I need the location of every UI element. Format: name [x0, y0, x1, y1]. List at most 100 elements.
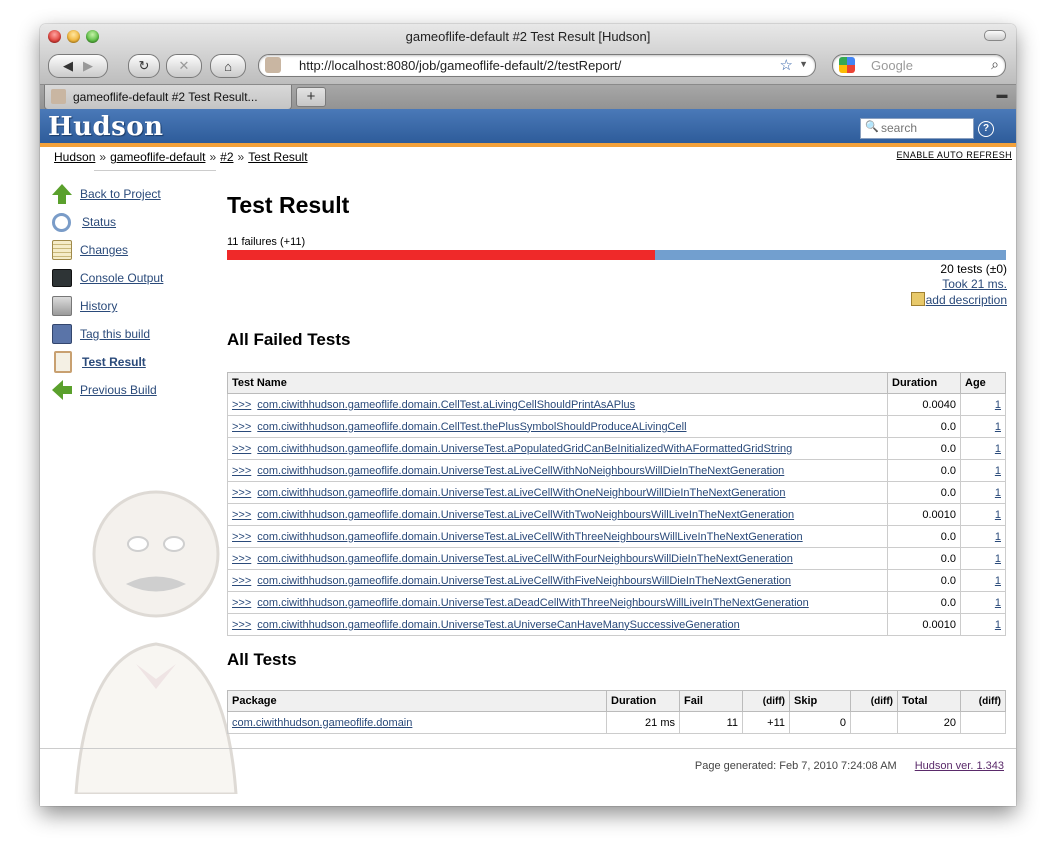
browser-search-placeholder[interactable]: Google	[871, 58, 913, 73]
test-name-link[interactable]: com.ciwithhudson.gameoflife.domain.Unive…	[257, 553, 793, 565]
test-age-link[interactable]: 1	[995, 531, 1001, 543]
expand-toggle[interactable]: >>>	[232, 399, 251, 411]
all-tests-heading: All Tests	[227, 650, 297, 669]
test-name-link[interactable]: com.ciwithhudson.gameoflife.domain.Unive…	[257, 443, 792, 455]
sidebar-item-back-to-project[interactable]: Back to Project	[52, 180, 163, 208]
test-name-link[interactable]: com.ciwithhudson.gameoflife.domain.Unive…	[257, 619, 739, 631]
test-name-link[interactable]: com.ciwithhudson.gameoflife.domain.Unive…	[257, 531, 802, 543]
tab-favicon-icon	[51, 89, 66, 104]
test-age-link[interactable]: 1	[995, 487, 1001, 499]
test-age-link[interactable]: 1	[995, 421, 1001, 433]
expand-toggle[interactable]: >>>	[232, 619, 251, 631]
left-arrow-icon	[52, 380, 72, 400]
history-dropdown-icon[interactable]: ▼	[799, 59, 808, 69]
clock-icon	[52, 296, 72, 316]
test-age-link[interactable]: 1	[995, 399, 1001, 411]
tests-count: 20 tests (±0)	[940, 262, 1007, 276]
google-icon[interactable]	[839, 57, 855, 73]
sidebar-link[interactable]: Tag this build	[80, 327, 150, 341]
expand-toggle[interactable]: >>>	[232, 465, 251, 477]
tab-menu-icon[interactable]: ▬	[994, 89, 1010, 103]
terminal-icon	[52, 269, 72, 287]
test-name-link[interactable]: com.ciwithhudson.gameoflife.domain.Unive…	[257, 465, 784, 477]
sidebar-link[interactable]: Test Result	[82, 355, 146, 369]
sidebar-item-test-result[interactable]: Test Result	[52, 348, 163, 376]
test-age-cell: 1	[960, 613, 1006, 636]
sidebar-link[interactable]: Console Output	[80, 271, 163, 285]
test-age-link[interactable]: 1	[995, 443, 1001, 455]
table-row: >>> com.ciwithhudson.gameoflife.domain.Un…	[227, 613, 1006, 636]
new-tab-button[interactable]: +	[296, 87, 326, 107]
toolbar-toggle-button[interactable]	[984, 30, 1006, 41]
forward-arrow-icon[interactable]: ▶	[83, 58, 93, 74]
expand-toggle[interactable]: >>>	[232, 443, 251, 455]
reload-button[interactable]: ↻	[128, 54, 160, 78]
test-age-link[interactable]: 1	[995, 619, 1001, 631]
sidebar-link[interactable]: Status	[82, 215, 116, 229]
test-name-link[interactable]: com.ciwithhudson.gameoflife.domain.Unive…	[257, 575, 791, 587]
test-name-link[interactable]: com.ciwithhudson.gameoflife.domain.Unive…	[257, 487, 785, 499]
test-name-link[interactable]: com.ciwithhudson.gameoflife.domain.CellT…	[257, 421, 686, 433]
sidebar-item-changes[interactable]: Changes	[52, 236, 163, 264]
expand-toggle[interactable]: >>>	[232, 531, 251, 543]
bookmark-star-icon[interactable]: ☆	[780, 56, 793, 74]
test-name-cell: >>> com.ciwithhudson.gameoflife.domain.Un…	[227, 547, 888, 570]
test-age-link[interactable]: 1	[995, 575, 1001, 587]
breadcrumb-test-result[interactable]: Test Result	[248, 150, 307, 164]
test-age-link[interactable]: 1	[995, 597, 1001, 609]
help-icon[interactable]: ?	[978, 121, 994, 137]
sidebar-link[interactable]: Changes	[80, 243, 128, 257]
address-text[interactable]: http://localhost:8080/job/gameoflife-def…	[299, 58, 621, 73]
test-age-link[interactable]: 1	[995, 509, 1001, 521]
browser-search-box[interactable]: Google ⌕	[832, 54, 1006, 77]
hudson-search-input[interactable]	[881, 120, 969, 135]
sidebar-link[interactable]: Previous Build	[80, 383, 157, 397]
magnifier-icon	[52, 212, 71, 232]
test-name-link[interactable]: com.ciwithhudson.gameoflife.domain.CellT…	[257, 399, 635, 411]
test-name-cell: >>> com.ciwithhudson.gameoflife.domain.Un…	[227, 569, 888, 592]
test-name-link[interactable]: com.ciwithhudson.gameoflife.domain.Unive…	[257, 509, 794, 521]
test-name-link[interactable]: com.ciwithhudson.gameoflife.domain.Unive…	[257, 597, 808, 609]
test-name-cell: >>> com.ciwithhudson.gameoflife.domain.Un…	[227, 503, 888, 526]
expand-toggle[interactable]: >>>	[232, 487, 251, 499]
failed-tests-table: Test Name Duration Age >>> com.ciwithhuds…	[227, 372, 1006, 636]
sidebar-item-status[interactable]: Status	[52, 208, 163, 236]
sidebar-item-previous-build[interactable]: Previous Build	[52, 376, 163, 404]
expand-toggle[interactable]: >>>	[232, 553, 251, 565]
back-arrow-icon[interactable]: ◀	[63, 58, 73, 74]
search-icon[interactable]: ⌕	[991, 56, 999, 73]
tab-title: gameoflife-default #2 Test Result...	[73, 90, 258, 104]
sidebar-item-console-output[interactable]: Console Output	[52, 264, 163, 292]
table-row: >>> com.ciwithhudson.gameoflife.domain.Un…	[227, 437, 1006, 460]
add-description-link[interactable]: add description	[926, 293, 1007, 307]
stop-button[interactable]: ✕	[166, 54, 202, 78]
hudson-search[interactable]: 🔍	[860, 118, 974, 139]
search-icon: 🔍	[865, 121, 879, 133]
took-link[interactable]: Took 21 ms.	[942, 277, 1007, 291]
package-link[interactable]: com.ciwithhudson.gameoflife.domain	[232, 717, 412, 729]
breadcrumb-build[interactable]: #2	[220, 150, 233, 164]
test-age-cell: 1	[960, 525, 1006, 548]
address-bar[interactable]: http://localhost:8080/job/gameoflife-def…	[258, 54, 816, 77]
test-age-link[interactable]: 1	[995, 465, 1001, 477]
breadcrumb-hudson[interactable]: Hudson	[54, 150, 95, 164]
stop-icon: ✕	[178, 58, 190, 73]
hudson-logo[interactable]: Hudson	[48, 112, 164, 142]
expand-toggle[interactable]: >>>	[232, 597, 251, 609]
sidebar-link[interactable]: History	[80, 299, 117, 313]
test-age-link[interactable]: 1	[995, 553, 1001, 565]
hudson-version-link[interactable]: Hudson ver. 1.343	[915, 760, 1004, 772]
expand-toggle[interactable]: >>>	[232, 575, 251, 587]
sidebar-item-history[interactable]: History	[52, 292, 163, 320]
back-forward-buttons[interactable]: ◀ ▶	[48, 54, 108, 78]
sidebar-item-tag-this-build[interactable]: Tag this build	[52, 320, 163, 348]
enable-auto-refresh-link[interactable]: ENABLE AUTO REFRESH	[897, 150, 1012, 160]
breadcrumb-job[interactable]: gameoflife-default	[110, 150, 205, 164]
test-age-cell: 1	[960, 591, 1006, 614]
expand-toggle[interactable]: >>>	[232, 509, 251, 521]
tab-test-result[interactable]: gameoflife-default #2 Test Result...	[44, 85, 292, 110]
expand-toggle[interactable]: >>>	[232, 421, 251, 433]
table-row: >>> com.ciwithhudson.gameoflife.domain.Ce…	[227, 415, 1006, 438]
home-button[interactable]: ⌂	[210, 54, 246, 78]
sidebar-link[interactable]: Back to Project	[80, 187, 161, 201]
